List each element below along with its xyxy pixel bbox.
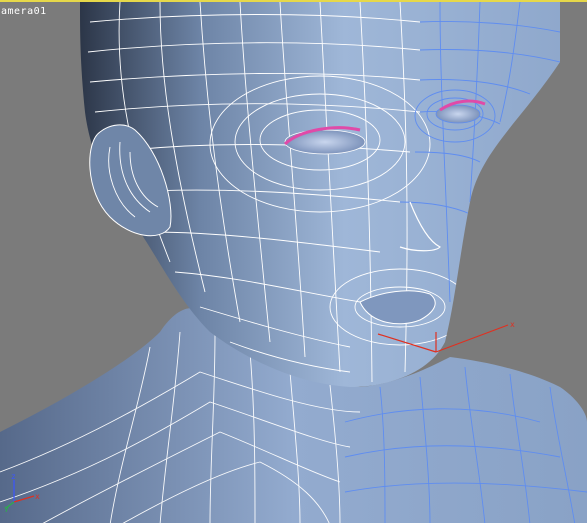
world-axis-tripod-icon: z x y [4,472,40,512]
tripod-y-label: y [4,504,9,512]
tripod-x-label: x [35,492,40,501]
viewport-scene: x [0,2,587,523]
perspective-viewport[interactable]: amera01 x z x y [0,0,587,523]
viewport-label[interactable]: amera01 [1,6,47,17]
tripod-z-label: z [11,472,16,481]
gizmo-x-label: x [510,320,515,329]
